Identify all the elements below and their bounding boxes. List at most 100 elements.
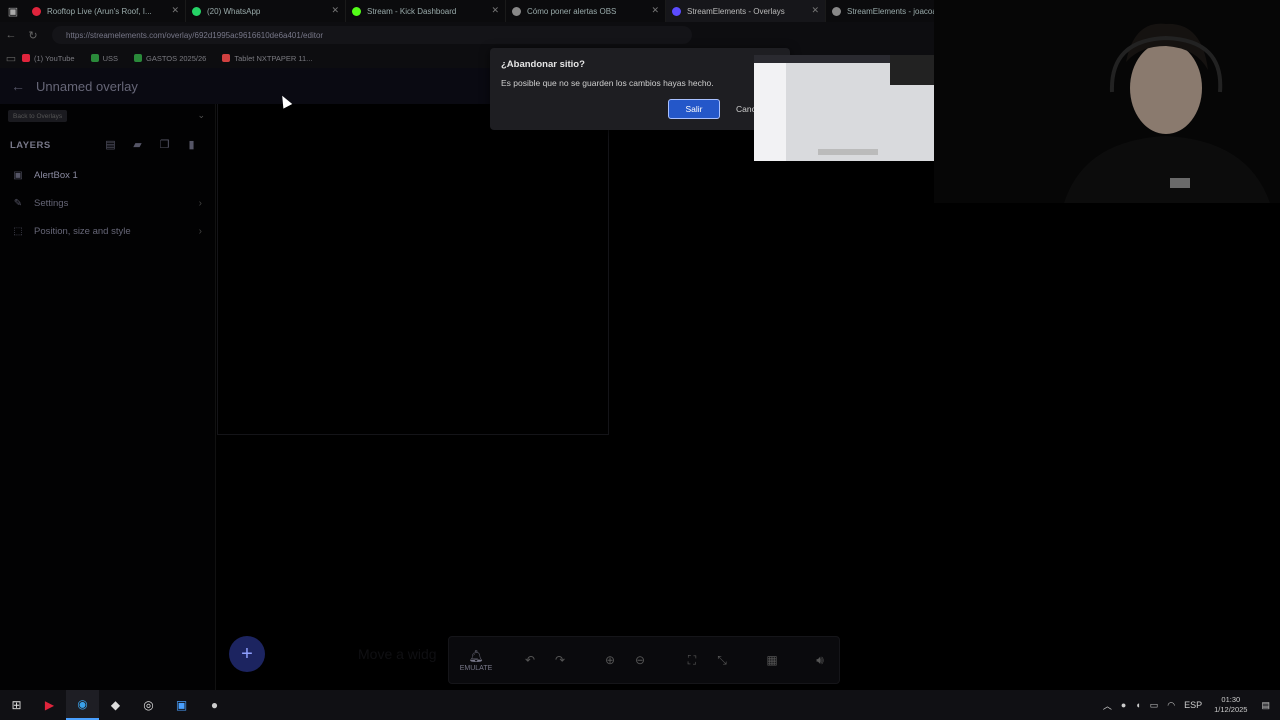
tab-favicon-icon xyxy=(192,6,201,16)
tab-title: StreamElements - Overlays xyxy=(687,6,785,16)
window-menu-icon[interactable]: ▣ xyxy=(0,0,26,22)
bookmark-label: Tablet NXTPAPER 11... xyxy=(234,53,313,63)
browser-tab[interactable]: Rooftop Live (Arun's Roof, I... ✕ xyxy=(26,0,186,22)
bookmark-item[interactable]: USS xyxy=(90,53,119,63)
close-icon[interactable]: ✕ xyxy=(171,5,179,16)
image-folder-icon[interactable]: ▤ xyxy=(97,138,124,151)
image-icon: ▣ xyxy=(13,170,23,181)
reload-icon[interactable]: ↻ xyxy=(22,29,44,42)
tab-favicon-icon xyxy=(352,6,361,16)
volume-icon[interactable]: 🔊︎ xyxy=(805,653,835,668)
move-widget-hint: Move a widg xyxy=(358,646,437,662)
tab-title: Rooftop Live (Arun's Roof, I... xyxy=(47,6,152,16)
tab-favicon-icon xyxy=(832,6,841,16)
add-widget-button[interactable]: + xyxy=(229,636,265,672)
bookmark-favicon-icon xyxy=(90,54,99,62)
back-arrow-icon[interactable]: ← xyxy=(0,78,36,94)
tab-favicon-icon xyxy=(32,6,41,16)
tab-title: Stream - Kick Dashboard xyxy=(367,6,457,16)
youtube-icon[interactable]: ▶ xyxy=(33,690,66,720)
layer-item[interactable]: ▣ AlertBox 1 xyxy=(10,170,206,181)
bookmark-label: USS xyxy=(102,53,119,63)
settings-row[interactable]: ✎ Settings › xyxy=(10,198,206,209)
bookmark-favicon-icon xyxy=(134,54,143,62)
back-nav-icon[interactable]: ← xyxy=(0,29,22,41)
chevron-right-icon: › xyxy=(198,226,202,237)
layers-heading: LAYERS xyxy=(10,140,51,151)
windows-taskbar: ⊞ ▶ ◉ ◆ ◎ ▣ ● ︿ ● ◖ ▭ ◠ ESP 01:30 1/12/2… xyxy=(0,690,1280,720)
microphone-icon[interactable]: ● xyxy=(1121,700,1126,710)
wifi-icon[interactable]: ◠ xyxy=(1167,700,1175,711)
notification-icon[interactable]: ▤ xyxy=(1261,700,1270,711)
settings-label: Settings xyxy=(34,198,69,209)
frame-icon: ⬚ xyxy=(13,226,23,237)
overlay-title[interactable]: Unnamed overlay xyxy=(36,79,138,94)
tab-favicon-icon xyxy=(512,6,521,16)
network-icon[interactable]: ▭ xyxy=(1150,700,1159,711)
duplicate-icon[interactable]: ❐ xyxy=(151,138,178,151)
browser-tab[interactable]: Cómo poner alertas OBS ✕ xyxy=(506,0,666,22)
dialog-title: ¿Abandonar sitio? xyxy=(501,59,585,70)
start-icon[interactable]: ⊞ xyxy=(0,690,33,720)
layer-tools: ▤ ▰ ❐ ▮ xyxy=(97,138,205,151)
bookmark-folder-icon[interactable]: ▭ xyxy=(0,52,22,65)
webcam-feed xyxy=(934,0,1280,203)
layer-item-label: AlertBox 1 xyxy=(34,170,78,181)
shrink-icon[interactable]: ⤡ xyxy=(707,653,737,668)
app-icon[interactable]: ◆ xyxy=(99,690,132,720)
browser-tab[interactable]: Stream - Kick Dashboard ✕ xyxy=(346,0,506,22)
close-icon[interactable]: ✕ xyxy=(491,5,499,16)
speaker-icon[interactable]: ◖ xyxy=(1135,700,1140,710)
clock-date: 1/12/2025 xyxy=(1214,705,1248,714)
zoom-out-icon[interactable]: ⊖ xyxy=(625,653,655,667)
webcam-image xyxy=(934,0,1280,203)
bookmark-item[interactable]: Tablet NXTPAPER 11... xyxy=(222,54,312,63)
grid-icon[interactable]: ▦ xyxy=(757,653,787,667)
canvas-frame xyxy=(217,104,609,435)
edge-icon[interactable]: ◉ xyxy=(66,690,99,720)
url-field[interactable]: https://streamelements.com/overlay/692d1… xyxy=(52,26,692,44)
zoom-in-icon[interactable]: ⊕ xyxy=(595,653,625,667)
tab-favicon-icon xyxy=(672,6,681,16)
close-icon[interactable]: ✕ xyxy=(811,5,819,16)
emulate-button[interactable]: 🔔︎ EMULATE xyxy=(449,649,503,672)
browser-tab[interactable]: StreamElements - Overlays ✕ xyxy=(666,0,826,22)
bottom-toolbar: 🔔︎ EMULATE ↶ ↷ ⊕ ⊖ ⛶ ⤡ ▦ 🔊︎ xyxy=(448,636,840,684)
folder-icon[interactable]: ▰ xyxy=(124,138,151,151)
tab-title: StreamElements - joacoa... xyxy=(847,6,944,16)
store-icon[interactable]: ▣ xyxy=(165,690,198,720)
bookmark-item[interactable]: GASTOS 2025/26 xyxy=(134,54,206,63)
bookmark-favicon-icon xyxy=(222,54,231,62)
bookmark-item[interactable]: (1) YouTube xyxy=(22,54,75,63)
clock[interactable]: 01:30 1/12/2025 xyxy=(1214,695,1247,715)
chat-icon[interactable]: ● xyxy=(198,690,231,720)
tab-title: (20) WhatsApp xyxy=(207,6,261,16)
leave-site-dialog: ¿Abandonar sitio? Es posible que no se g… xyxy=(490,48,790,130)
obs-icon[interactable]: ◎ xyxy=(132,690,165,720)
position-label: Position, size and style xyxy=(34,226,131,237)
expand-icon[interactable]: ⛶ xyxy=(677,653,707,668)
tab-title: Cómo poner alertas OBS xyxy=(527,6,617,16)
leave-button[interactable]: Salir xyxy=(668,99,720,119)
back-to-overlays-button[interactable]: Back to Overlays xyxy=(8,110,68,122)
bell-icon: 🔔︎ xyxy=(468,648,484,663)
system-tray: ︿ ● ◖ ▭ ◠ ESP 01:30 1/12/2025 ▤ xyxy=(1094,690,1270,720)
bookmark-label: (1) YouTube xyxy=(34,53,75,63)
clock-time: 01:30 xyxy=(1221,695,1241,704)
trash-icon[interactable]: ▮ xyxy=(178,138,205,151)
chevron-down-icon[interactable]: ⌄ xyxy=(197,110,205,121)
close-icon[interactable]: ✕ xyxy=(331,5,339,16)
chevron-up-icon[interactable]: ︿ xyxy=(1103,699,1112,712)
dialog-message: Es posible que no se guarden los cambios… xyxy=(501,78,714,88)
redo-icon[interactable]: ↷ xyxy=(545,653,575,667)
undo-icon[interactable]: ↶ xyxy=(515,653,545,667)
bookmark-label: GASTOS 2025/26 xyxy=(146,53,207,63)
layers-sidebar: Back to Overlays ⌄ LAYERS ▤ ▰ ❐ ▮ ▣ Aler… xyxy=(0,104,216,690)
chevron-right-icon: › xyxy=(198,198,202,209)
stream-preview-thumbnail xyxy=(754,55,934,161)
emulate-label: EMULATE xyxy=(459,664,493,672)
close-icon[interactable]: ✕ xyxy=(651,5,659,16)
browser-tab[interactable]: (20) WhatsApp ✕ xyxy=(186,0,346,22)
position-row[interactable]: ⬚ Position, size and style › xyxy=(10,226,206,237)
language-indicator[interactable]: ESP xyxy=(1184,700,1202,710)
